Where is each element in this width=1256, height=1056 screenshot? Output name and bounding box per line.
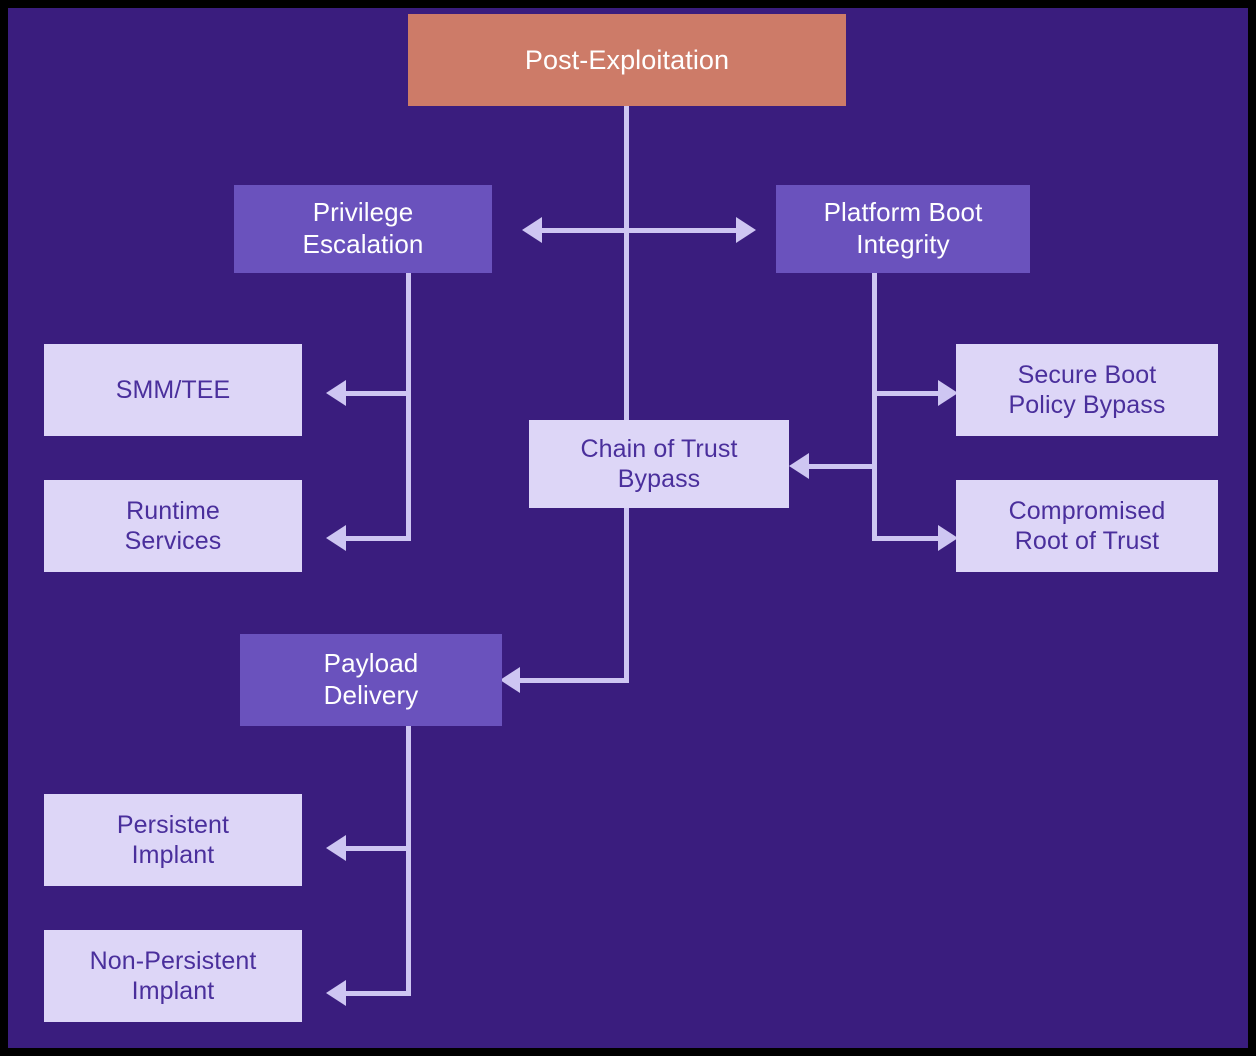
- arrowhead-compromised-root-of-trust: [938, 525, 958, 551]
- edge-payload-to-persistent-implant: [340, 846, 411, 851]
- diagram-stage: Post-Exploitation Privilege Escalation P…: [8, 8, 1248, 1048]
- node-non-persistent-implant[interactable]: Non-Persistent Implant: [44, 930, 302, 1022]
- edge-platform-to-chain-of-trust: [803, 464, 875, 469]
- diagram-canvas: Post-Exploitation Privilege Escalation P…: [0, 0, 1256, 1056]
- node-chain-of-trust-bypass[interactable]: Chain of Trust Bypass: [529, 420, 789, 508]
- node-runtime-services[interactable]: Runtime Services: [44, 480, 302, 572]
- arrowhead-secure-boot-policy-bypass: [938, 380, 958, 406]
- edge-privilege-to-smm-tee: [340, 391, 411, 396]
- edge-chain-of-trust-down: [624, 508, 629, 683]
- edge-platform-boot-integrity-trunk: [872, 273, 877, 541]
- node-secure-boot-policy-bypass[interactable]: Secure Boot Policy Bypass: [956, 344, 1218, 436]
- node-smm-tee[interactable]: SMM/TEE: [44, 344, 302, 436]
- edge-platform-to-compromised-root-of-trust: [872, 536, 940, 541]
- edge-payload-to-non-persistent-implant: [340, 991, 411, 996]
- node-platform-boot-integrity[interactable]: Platform Boot Integrity: [776, 185, 1030, 273]
- node-compromised-root-of-trust[interactable]: Compromised Root of Trust: [956, 480, 1218, 572]
- arrowhead-chain-of-trust-bypass: [789, 453, 809, 479]
- edge-platform-to-secure-boot-policy-bypass: [872, 391, 940, 396]
- edge-chain-of-trust-to-payload-delivery: [514, 678, 629, 683]
- arrowhead-toward-platform-boot-integrity: [736, 217, 756, 243]
- node-privilege-escalation[interactable]: Privilege Escalation: [234, 185, 492, 273]
- arrowhead-runtime-services: [326, 525, 346, 551]
- node-persistent-implant[interactable]: Persistent Implant: [44, 794, 302, 886]
- edge-privilege-to-runtime-services: [340, 536, 411, 541]
- arrowhead-non-persistent-implant: [326, 980, 346, 1006]
- arrowhead-persistent-implant: [326, 835, 346, 861]
- arrowhead-smm-tee: [326, 380, 346, 406]
- edge-privilege-escalation-trunk: [406, 273, 411, 541]
- arrowhead-toward-privilege-escalation: [522, 217, 542, 243]
- edge-privilege-to-platform-line: [536, 228, 736, 233]
- edge-root-to-chain-of-trust: [624, 106, 629, 422]
- arrowhead-payload-delivery: [500, 667, 520, 693]
- edge-payload-delivery-trunk: [406, 726, 411, 996]
- node-payload-delivery[interactable]: Payload Delivery: [240, 634, 502, 726]
- node-post-exploitation[interactable]: Post-Exploitation: [408, 14, 846, 106]
